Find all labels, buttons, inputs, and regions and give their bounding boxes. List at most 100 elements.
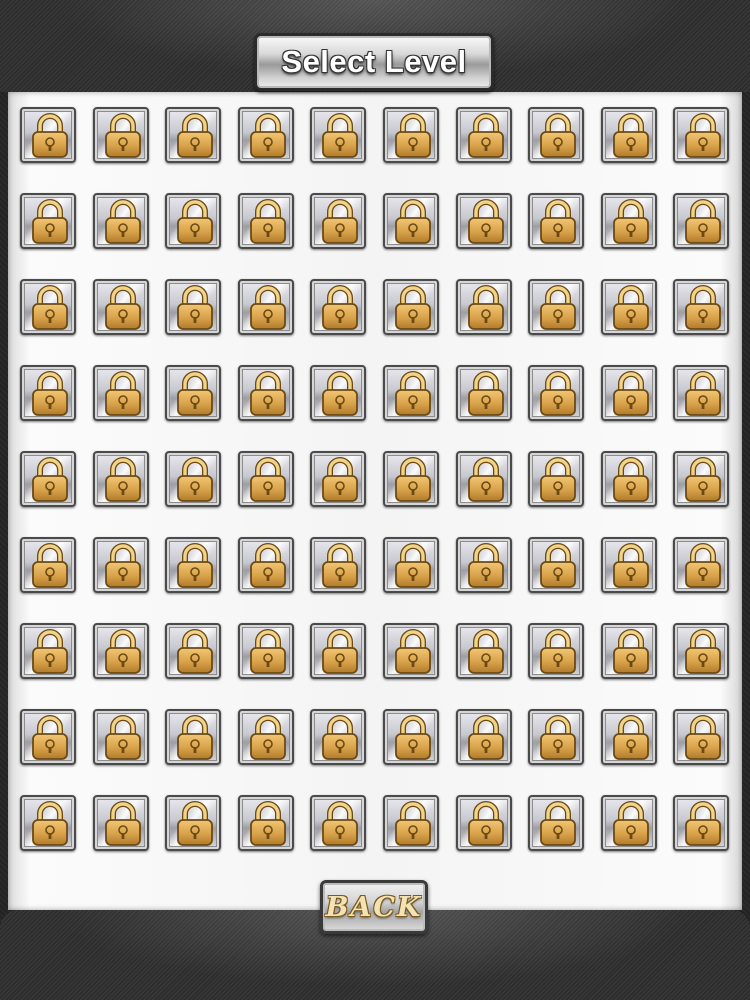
level-button-68[interactable] [528, 623, 585, 679]
padlock-icon [104, 801, 141, 846]
level-button-30[interactable] [673, 279, 730, 335]
level-button-60[interactable] [673, 537, 730, 593]
level-button-56[interactable] [383, 537, 439, 593]
level-button-69[interactable] [600, 623, 657, 679]
level-button-70[interactable] [673, 623, 730, 679]
level-button-72[interactable] [92, 709, 149, 765]
level-button-4[interactable] [237, 107, 294, 163]
level-button-75[interactable] [310, 709, 367, 765]
padlock-icon [104, 371, 141, 416]
level-button-36[interactable] [383, 365, 439, 421]
level-button-45[interactable] [310, 451, 367, 507]
level-button-33[interactable] [165, 365, 222, 421]
level-button-22[interactable] [92, 279, 149, 335]
level-button-32[interactable] [92, 365, 149, 421]
padlock-icon [395, 457, 431, 502]
level-button-41[interactable] [20, 451, 76, 507]
level-button-79[interactable] [600, 709, 657, 765]
level-button-20[interactable] [673, 193, 730, 249]
level-button-3[interactable] [165, 107, 222, 163]
level-button-83[interactable] [165, 795, 222, 851]
level-button-35[interactable] [310, 365, 367, 421]
back-button-label: BACK [325, 891, 423, 923]
level-button-80[interactable] [673, 709, 730, 765]
level-button-5[interactable] [310, 107, 367, 163]
back-button[interactable]: BACK [320, 880, 428, 934]
level-button-53[interactable] [165, 537, 222, 593]
level-button-19[interactable] [600, 193, 657, 249]
level-button-59[interactable] [600, 537, 657, 593]
level-button-2[interactable] [92, 107, 149, 163]
level-button-73[interactable] [165, 709, 222, 765]
level-button-40[interactable] [673, 365, 730, 421]
level-button-86[interactable] [383, 795, 439, 851]
level-button-21[interactable] [20, 279, 76, 335]
level-button-63[interactable] [165, 623, 222, 679]
level-button-7[interactable] [455, 107, 512, 163]
level-button-25[interactable] [310, 279, 367, 335]
level-button-1[interactable] [20, 107, 76, 163]
level-button-84[interactable] [237, 795, 294, 851]
level-button-74[interactable] [237, 709, 294, 765]
level-button-52[interactable] [92, 537, 149, 593]
level-button-31[interactable] [20, 365, 76, 421]
level-button-54[interactable] [237, 537, 294, 593]
level-button-89[interactable] [600, 795, 657, 851]
level-button-37[interactable] [455, 365, 512, 421]
level-button-82[interactable] [92, 795, 149, 851]
level-button-12[interactable] [92, 193, 149, 249]
level-button-9[interactable] [600, 107, 657, 163]
level-button-88[interactable] [528, 795, 585, 851]
level-button-64[interactable] [237, 623, 294, 679]
level-button-43[interactable] [165, 451, 222, 507]
title-plate: Select Level [254, 33, 494, 91]
level-button-58[interactable] [528, 537, 585, 593]
level-button-14[interactable] [237, 193, 294, 249]
level-button-85[interactable] [310, 795, 367, 851]
level-button-51[interactable] [20, 537, 76, 593]
level-button-61[interactable] [20, 623, 76, 679]
level-button-13[interactable] [165, 193, 222, 249]
level-button-71[interactable] [20, 709, 76, 765]
level-button-8[interactable] [528, 107, 585, 163]
level-button-11[interactable] [20, 193, 76, 249]
level-button-10[interactable] [673, 107, 730, 163]
level-button-26[interactable] [383, 279, 439, 335]
level-button-24[interactable] [237, 279, 294, 335]
level-button-27[interactable] [455, 279, 512, 335]
level-button-42[interactable] [92, 451, 149, 507]
level-button-23[interactable] [165, 279, 222, 335]
level-button-77[interactable] [455, 709, 512, 765]
level-button-66[interactable] [383, 623, 439, 679]
level-button-18[interactable] [528, 193, 585, 249]
level-button-44[interactable] [237, 451, 294, 507]
level-button-47[interactable] [455, 451, 512, 507]
page-title: Select Level [281, 44, 467, 79]
level-button-34[interactable] [237, 365, 294, 421]
level-button-29[interactable] [600, 279, 657, 335]
padlock-icon [467, 199, 504, 244]
level-button-65[interactable] [310, 623, 367, 679]
level-button-55[interactable] [310, 537, 367, 593]
padlock-icon [177, 199, 214, 244]
level-button-78[interactable] [528, 709, 585, 765]
level-button-28[interactable] [528, 279, 585, 335]
level-button-15[interactable] [310, 193, 367, 249]
level-button-62[interactable] [92, 623, 149, 679]
level-button-50[interactable] [673, 451, 730, 507]
level-button-90[interactable] [673, 795, 730, 851]
level-button-17[interactable] [455, 193, 512, 249]
level-button-76[interactable] [383, 709, 439, 765]
level-button-6[interactable] [383, 107, 439, 163]
level-button-87[interactable] [455, 795, 512, 851]
level-button-38[interactable] [528, 365, 585, 421]
level-button-16[interactable] [383, 193, 439, 249]
level-button-81[interactable] [20, 795, 76, 851]
level-button-48[interactable] [528, 451, 585, 507]
level-button-49[interactable] [600, 451, 657, 507]
level-button-39[interactable] [600, 365, 657, 421]
level-button-67[interactable] [455, 623, 512, 679]
level-button-46[interactable] [383, 451, 439, 507]
level-button-57[interactable] [455, 537, 512, 593]
padlock-icon [467, 113, 504, 158]
